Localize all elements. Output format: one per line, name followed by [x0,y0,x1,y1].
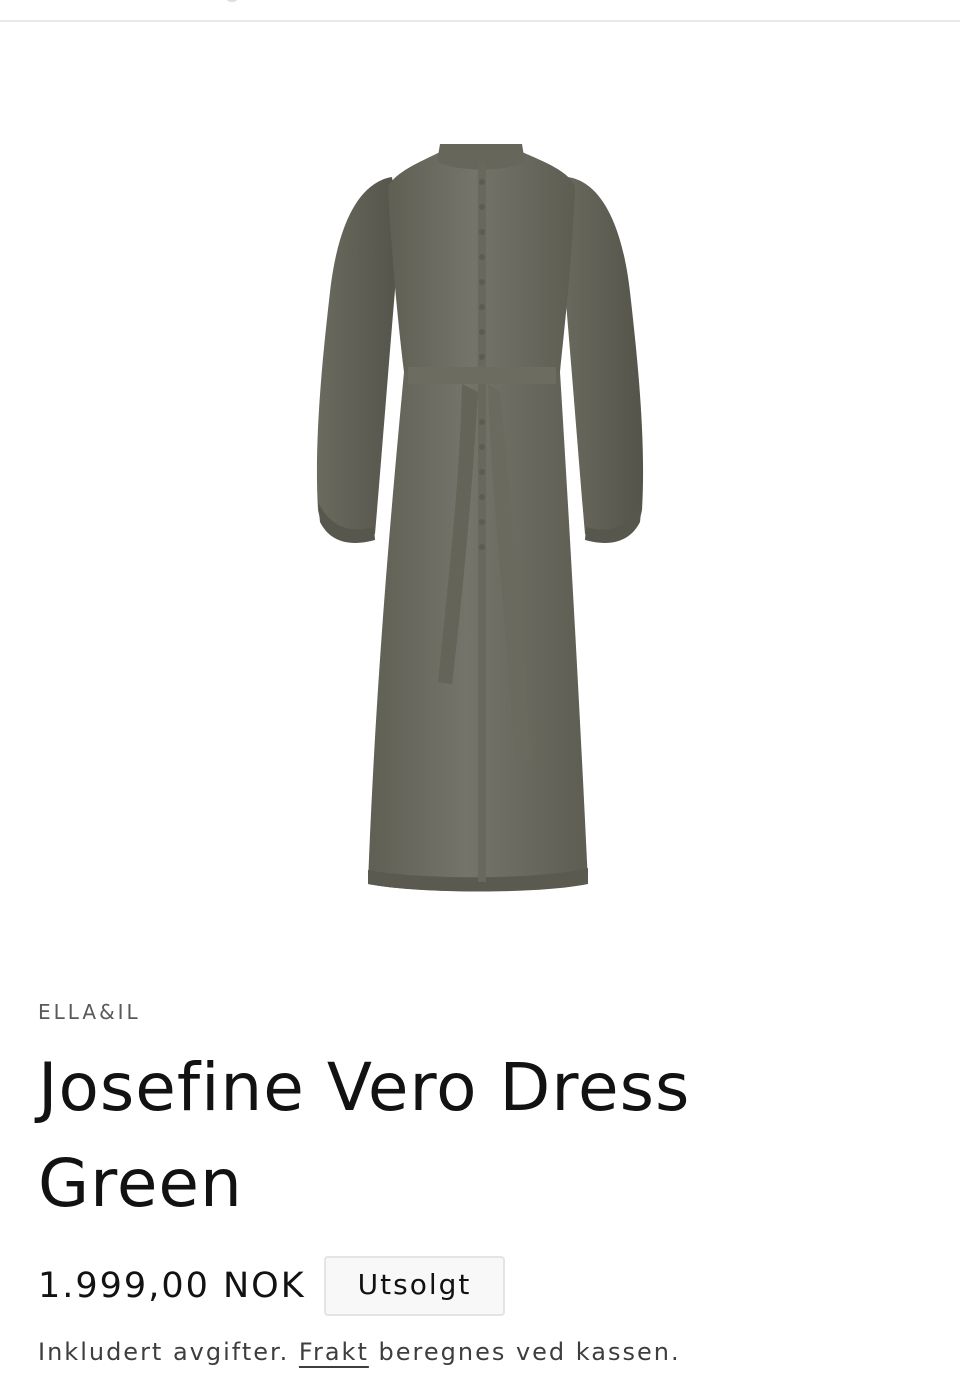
product-image[interactable] [0,22,960,962]
product-price: 1.999,00 NOK [38,1266,306,1306]
product-title: Josefine Vero Dress Green [38,1049,691,1222]
dress-image [316,144,644,892]
header-partial-icon [224,0,240,2]
shipping-link[interactable]: Frakt [299,1338,369,1366]
sold-out-badge: Utsolgt [323,1256,506,1316]
tax-note-suffix: beregnes ved kassen. [378,1338,681,1366]
vendor-name: ELLA&IL [38,1000,141,1024]
product-info: ELLA&IL Josefine Vero Dress Green [38,998,938,1232]
tax-note-prefix: Inkludert avgifter. [38,1338,290,1366]
tax-note: Inkludert avgifter. Frakt beregnes ved k… [38,1334,681,1370]
product-page: ELLA&IL Josefine Vero Dress Green 1.999,… [0,0,960,1398]
price-row: 1.999,00 NOK Utsolgt [38,1256,506,1316]
